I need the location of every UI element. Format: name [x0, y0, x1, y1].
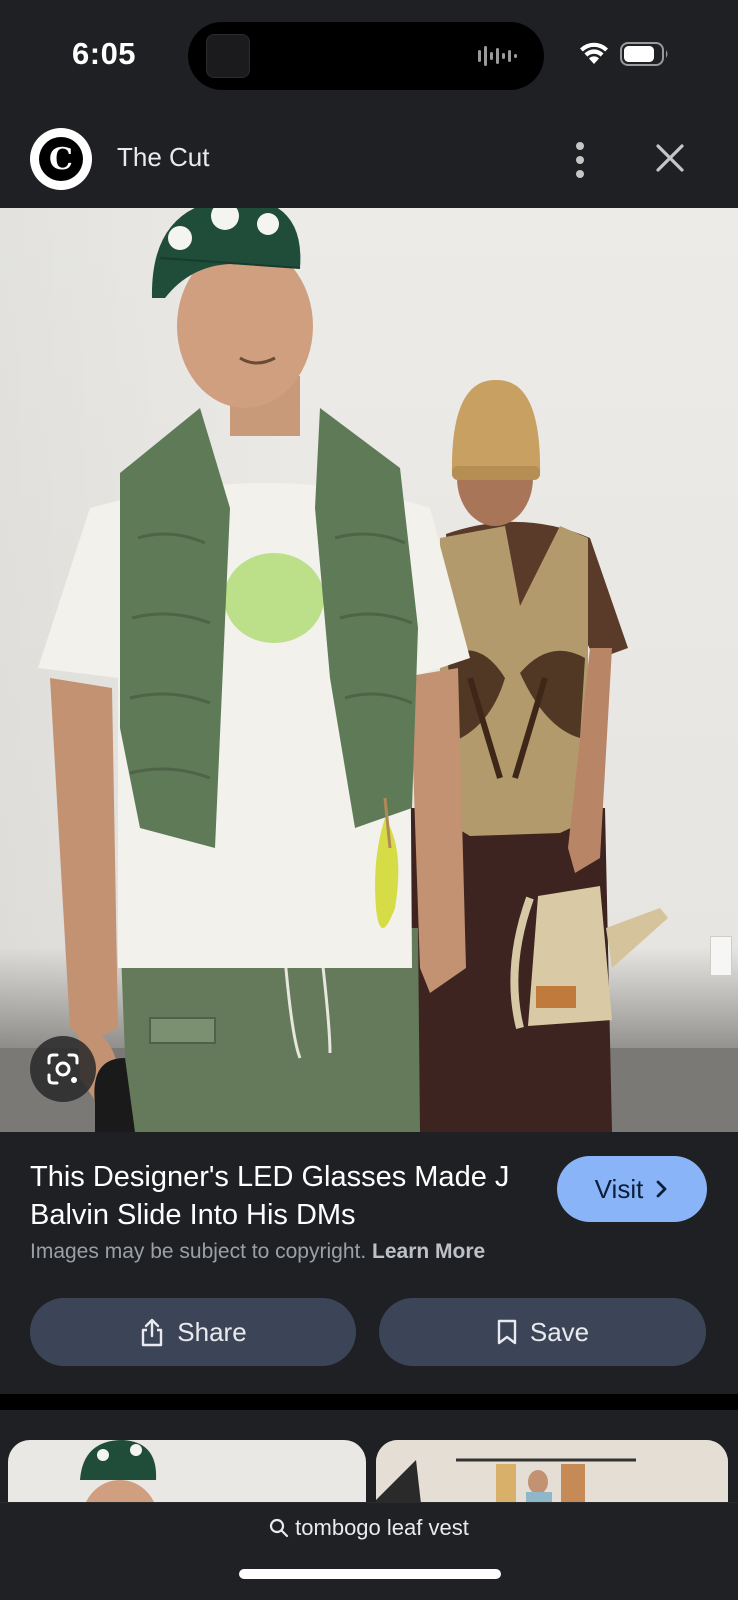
- home-indicator[interactable]: [239, 1569, 501, 1579]
- share-label: Share: [177, 1316, 247, 1347]
- learn-more-link[interactable]: Learn More: [372, 1240, 485, 1263]
- now-playing-thumbnail: [206, 34, 250, 78]
- copyright-notice: Images may be subject to copyright. Lear…: [30, 1240, 485, 1264]
- photo-illustration: [0, 208, 738, 1132]
- share-button[interactable]: Share: [30, 1298, 356, 1366]
- related-results: [0, 1410, 738, 1508]
- visit-button[interactable]: Visit: [557, 1156, 707, 1222]
- the-cut-logo[interactable]: C: [30, 128, 92, 190]
- related-thumbnail[interactable]: [376, 1440, 728, 1508]
- screen: 6:05 C The Cut This Designer's LED Glass…: [0, 0, 738, 1600]
- front-person: [38, 208, 470, 1132]
- preview-image[interactable]: [0, 208, 738, 1132]
- action-row: Share Save: [30, 1298, 706, 1366]
- google-lens-icon: [47, 1053, 79, 1085]
- search-query-text: tombogo leaf vest: [295, 1515, 469, 1540]
- search-icon: [270, 1518, 289, 1538]
- bottom-search-bar: tombogo leaf vest: [0, 1502, 738, 1600]
- more-vert-icon[interactable]: [560, 138, 600, 182]
- search-query[interactable]: tombogo leaf vest: [0, 1515, 738, 1541]
- save-label: Save: [529, 1316, 590, 1347]
- related-thumbnail[interactable]: [8, 1440, 366, 1508]
- section-divider: [0, 1394, 738, 1410]
- copyright-text: Images may be subject to copyright.: [30, 1240, 367, 1263]
- chevron-right-icon: [656, 1180, 667, 1198]
- save-button[interactable]: Save: [379, 1298, 706, 1366]
- article-title[interactable]: This Designer's LED Glasses Made J Balvi…: [30, 1158, 530, 1234]
- result-caption: This Designer's LED Glasses Made J Balvi…: [0, 1132, 738, 1394]
- thumbnail-image: [376, 1440, 728, 1508]
- battery-icon: [620, 42, 668, 66]
- wifi-icon: [580, 42, 608, 64]
- status-time: 6:05: [72, 36, 137, 71]
- visit-label: Visit: [594, 1173, 644, 1204]
- dynamic-island: [188, 22, 544, 90]
- share-icon: [142, 1318, 163, 1347]
- logo-letter: C: [39, 137, 83, 181]
- source-header: C The Cut: [0, 112, 738, 208]
- close-icon[interactable]: [652, 140, 688, 176]
- status-bar: 6:05: [0, 0, 738, 110]
- watering-can-basket: [510, 886, 668, 1029]
- audio-wave-icon: [478, 46, 517, 66]
- google-lens-button[interactable]: [30, 1036, 96, 1102]
- source-name[interactable]: The Cut: [117, 142, 210, 173]
- bookmark-icon: [497, 1319, 517, 1345]
- thumbnail-image: [80, 1440, 157, 1508]
